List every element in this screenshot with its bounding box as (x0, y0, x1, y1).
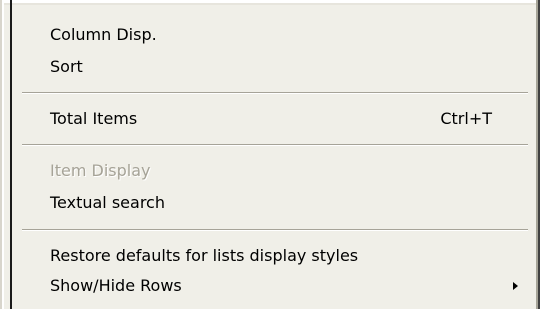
menu-item-label: Item Display (50, 161, 151, 180)
menu-item-label: Sort (50, 57, 83, 76)
menu-item-restore-defaults[interactable]: Restore defaults for lists display style… (50, 241, 520, 271)
menu-frame-top-shade (0, 3, 540, 5)
menu-frame-left-line (10, 0, 12, 309)
menu-item-column-disp[interactable]: Column Disp. (50, 20, 520, 50)
menu-item-shortcut: Ctrl+T (440, 109, 492, 128)
menu-item-label: Total Items (50, 109, 138, 128)
context-menu: Column Disp. Sort Total Items Ctrl+T Ite… (0, 0, 540, 309)
menu-item-item-display: Item Display (50, 156, 520, 186)
menu-item-label: Column Disp. (50, 25, 157, 44)
menu-separator (22, 144, 528, 146)
submenu-arrow-icon (513, 282, 518, 290)
menu-item-label: Textual search (50, 193, 165, 212)
menu-item-show-hide-rows[interactable]: Show/Hide Rows (50, 271, 520, 301)
menu-separator (22, 229, 528, 231)
menu-item-sort[interactable]: Sort (50, 52, 520, 82)
menu-item-label: Restore defaults for lists display style… (50, 246, 359, 265)
menu-separator (22, 92, 528, 94)
menu-item-total-items[interactable]: Total Items Ctrl+T (50, 104, 520, 134)
menu-item-label: Show/Hide Rows (50, 276, 182, 295)
menu-frame-left-highlight (2, 0, 4, 309)
menu-item-textual-search[interactable]: Textual search (50, 188, 520, 218)
